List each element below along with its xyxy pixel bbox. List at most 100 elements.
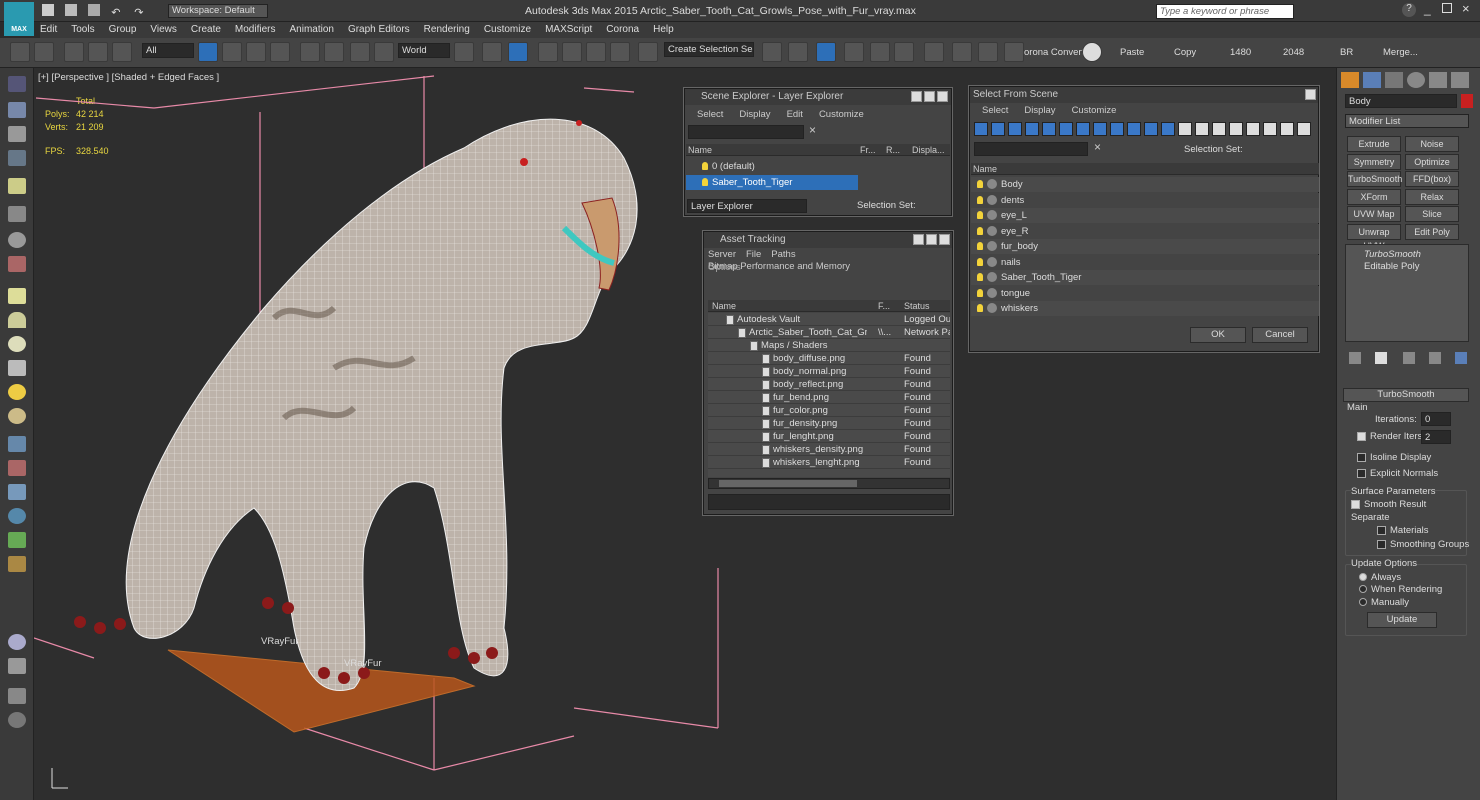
object-row[interactable]: dents: [971, 192, 1319, 208]
filter-icon[interactable]: [1263, 122, 1277, 136]
light-bulb-icon[interactable]: [977, 288, 983, 297]
filter-icon[interactable]: [1144, 122, 1158, 136]
pivot-button[interactable]: [454, 42, 474, 62]
move-button[interactable]: [300, 42, 320, 62]
explorer-type-dropdown[interactable]: Layer Explorer: [687, 199, 807, 213]
modifier-button[interactable]: Symmetry: [1347, 153, 1401, 170]
close-icon[interactable]: [1305, 89, 1316, 100]
selection-set-dropdown[interactable]: Selection Set:: [857, 200, 916, 211]
modifier-button[interactable]: Edit Poly: [1405, 223, 1459, 240]
col-name[interactable]: Name: [688, 144, 712, 156]
percent-snap-button[interactable]: [586, 42, 606, 62]
asset-row[interactable]: body_reflect.png Found: [708, 378, 950, 391]
object-name-input[interactable]: Body: [1345, 94, 1457, 108]
material-ball-icon[interactable]: [8, 634, 26, 650]
motion-tab-icon[interactable]: [1407, 72, 1425, 88]
named-selection-dropdown[interactable]: Create Selection Se: [664, 42, 754, 57]
close-icon[interactable]: ×: [1462, 1, 1470, 16]
scale-button[interactable]: [350, 42, 370, 62]
cancel-button[interactable]: Cancel: [1252, 327, 1308, 343]
asset-row[interactable]: fur_bend.png Found: [708, 391, 950, 404]
filter-icon[interactable]: [1110, 122, 1124, 136]
create-tab-icon[interactable]: [1341, 72, 1359, 88]
filter-icon[interactable]: [974, 122, 988, 136]
snaps-toggle-button[interactable]: [538, 42, 558, 62]
menu-graph-editors[interactable]: Graph Editors: [348, 22, 410, 38]
asset-row[interactable]: Maps / Shaders: [708, 339, 950, 352]
menu-group[interactable]: Group: [109, 22, 137, 38]
maximize-icon[interactable]: [1442, 3, 1452, 13]
workspace-dropdown[interactable]: Workspace: Default: [168, 4, 268, 18]
isoline-row[interactable]: Isoline Display: [1357, 452, 1431, 463]
search-input[interactable]: [974, 142, 1088, 156]
app-logo[interactable]: MAX: [4, 2, 34, 36]
render-setup-button[interactable]: [952, 42, 972, 62]
filter-icon[interactable]: [1025, 122, 1039, 136]
asset-row[interactable]: whiskers_lenght.png Found: [708, 456, 950, 469]
asset-tracking-titlebar[interactable]: Asset Tracking: [704, 232, 952, 248]
angle-snap-button[interactable]: [562, 42, 582, 62]
asset-tracking-window[interactable]: Asset Tracking Server File PathsBitmap Per…: [703, 231, 953, 515]
maximize-icon[interactable]: [926, 234, 937, 245]
col-name[interactable]: Name: [712, 300, 736, 312]
align-button[interactable]: [788, 42, 808, 62]
menu-paths[interactable]: Paths: [771, 249, 795, 260]
modifier-button[interactable]: FFD(box): [1405, 171, 1459, 187]
menu-maxscript[interactable]: MAXScript: [545, 22, 592, 38]
scene-explorer-icon[interactable]: [8, 76, 26, 92]
light-bulb-icon[interactable]: [977, 273, 983, 282]
modify-tab-icon[interactable]: [1363, 72, 1381, 88]
menu-edit[interactable]: Edit: [40, 22, 57, 38]
object-row[interactable]: tongue: [971, 285, 1319, 301]
col-freeze[interactable]: Fr...: [860, 144, 876, 156]
minimize-icon[interactable]: [911, 91, 922, 102]
modifier-list-dropdown[interactable]: Modifier List: [1345, 114, 1469, 128]
filter-icon[interactable]: [1297, 122, 1311, 136]
menu-help[interactable]: Help: [653, 22, 674, 38]
close-icon[interactable]: [939, 234, 950, 245]
box-icon[interactable]: [8, 288, 26, 304]
corona-convert-button[interactable]: orona Convert: [1024, 47, 1084, 58]
unlink-button[interactable]: [88, 42, 108, 62]
close-icon[interactable]: [937, 91, 948, 102]
width-value[interactable]: 1480: [1230, 47, 1251, 58]
modifier-button[interactable]: Slice: [1405, 206, 1459, 222]
light-icon[interactable]: [8, 178, 26, 194]
update-button[interactable]: Update: [1367, 612, 1437, 628]
light-bulb-icon[interactable]: [977, 242, 983, 251]
display-tab-icon[interactable]: [1429, 72, 1447, 88]
grid-icon[interactable]: [8, 436, 26, 452]
modifier-button[interactable]: TurboSmooth: [1347, 171, 1402, 187]
modifier-button[interactable]: UVW Map: [1347, 206, 1401, 222]
path-field[interactable]: [708, 494, 950, 510]
ball-icon[interactable]: [8, 336, 26, 352]
selection-set-label[interactable]: Selection Set:: [1184, 144, 1243, 155]
filter-icon[interactable]: [1076, 122, 1090, 136]
smoothing-groups-checkbox[interactable]: [1377, 539, 1386, 549]
clear-icon[interactable]: ×: [1094, 140, 1101, 154]
materials-row[interactable]: Materials: [1377, 525, 1429, 536]
rect-region-button[interactable]: [246, 42, 266, 62]
menu-customize[interactable]: Customize: [484, 22, 531, 38]
filter-icon[interactable]: [1195, 122, 1209, 136]
br-button[interactable]: BR: [1340, 47, 1353, 58]
filter-icon[interactable]: [1042, 122, 1056, 136]
redo-button[interactable]: [34, 42, 54, 62]
clear-icon[interactable]: ×: [809, 123, 816, 137]
toggle-scene-explorer-button[interactable]: [816, 42, 836, 62]
modifier-stack[interactable]: TurboSmooth Editable Poly: [1345, 244, 1469, 342]
light-bulb-icon[interactable]: [977, 257, 983, 266]
new-icon[interactable]: [42, 4, 54, 16]
schematic-view-button[interactable]: [894, 42, 914, 62]
cone-icon[interactable]: [8, 360, 26, 376]
render-iters-checkbox[interactable]: [1357, 431, 1366, 441]
object-color-swatch[interactable]: [1461, 94, 1473, 108]
place-button[interactable]: [374, 42, 394, 62]
col-name[interactable]: Name: [973, 163, 997, 175]
redo-icon[interactable]: ↷: [134, 6, 146, 19]
asset-row[interactable]: whiskers_density.png Found: [708, 443, 950, 456]
explicit-normals-row[interactable]: Explicit Normals: [1357, 468, 1438, 479]
filter-icon[interactable]: [1059, 122, 1073, 136]
render-icon[interactable]: [8, 102, 26, 118]
when-rendering-radio[interactable]: [1359, 585, 1367, 594]
